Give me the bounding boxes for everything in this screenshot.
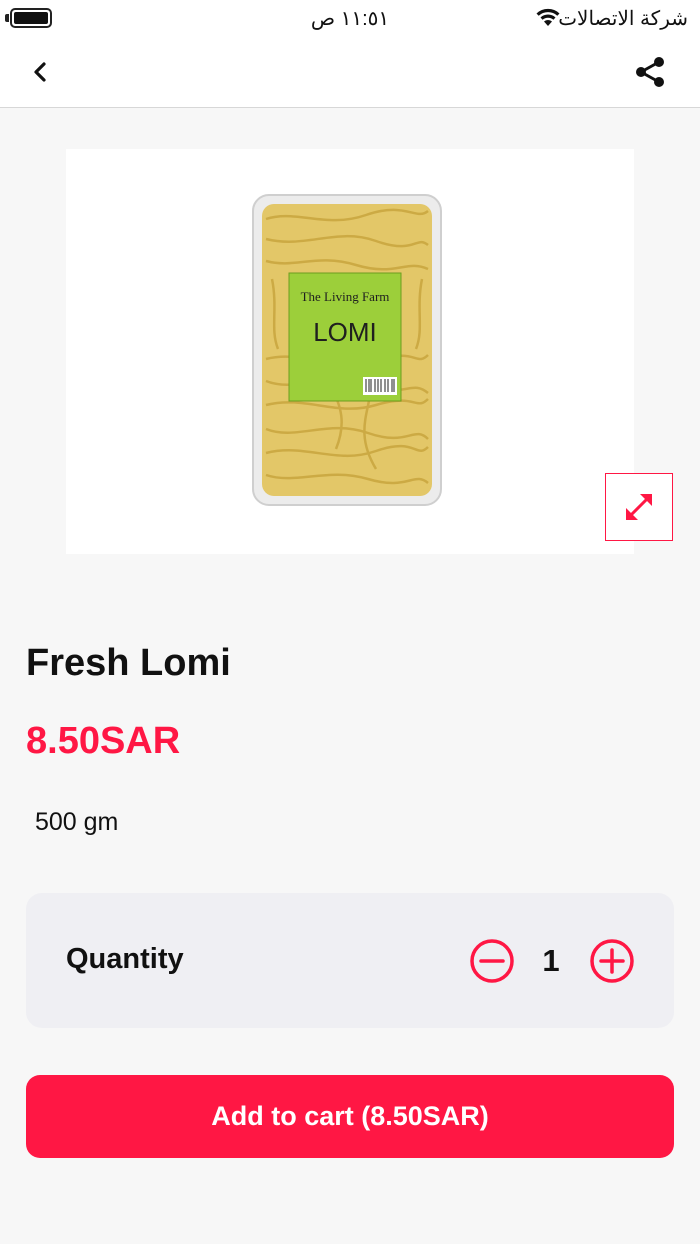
- share-button[interactable]: [630, 52, 670, 92]
- battery-cap: [5, 14, 9, 22]
- add-to-cart-button[interactable]: Add to cart (8.50SAR): [26, 1075, 674, 1158]
- product-title: Fresh Lomi: [26, 642, 231, 684]
- quantity-label: Quantity: [66, 943, 184, 975]
- nav-bar: [0, 36, 700, 108]
- package-label-text: LOMI: [313, 317, 377, 347]
- chevron-left-icon: [34, 62, 46, 82]
- expand-arrows-icon: [626, 494, 652, 520]
- quantity-value: 1: [542, 943, 560, 978]
- minus-circle-icon: [470, 939, 514, 983]
- quantity-card: Quantity 1: [26, 893, 674, 1028]
- product-price: 8.50SAR: [26, 720, 181, 762]
- increase-quantity-button[interactable]: [589, 938, 635, 984]
- product-image: The Living Farm LOMI: [66, 149, 634, 554]
- plus-circle-icon: [590, 939, 634, 983]
- product-weight: 500 gm: [35, 808, 119, 836]
- back-button[interactable]: [22, 56, 58, 88]
- battery-icon: [10, 8, 52, 28]
- status-bar: ١١:٥١ ص شركة الاتصالات: [0, 0, 700, 36]
- decrease-quantity-button[interactable]: [469, 938, 515, 984]
- expand-image-button[interactable]: [605, 473, 673, 541]
- status-time: ١١:٥١ ص: [310, 8, 390, 30]
- package-brand-text: The Living Farm: [301, 289, 390, 304]
- share-icon: [636, 57, 664, 87]
- carrier-name: شركة الاتصالات: [558, 8, 688, 30]
- product-photo: The Living Farm LOMI: [252, 194, 442, 506]
